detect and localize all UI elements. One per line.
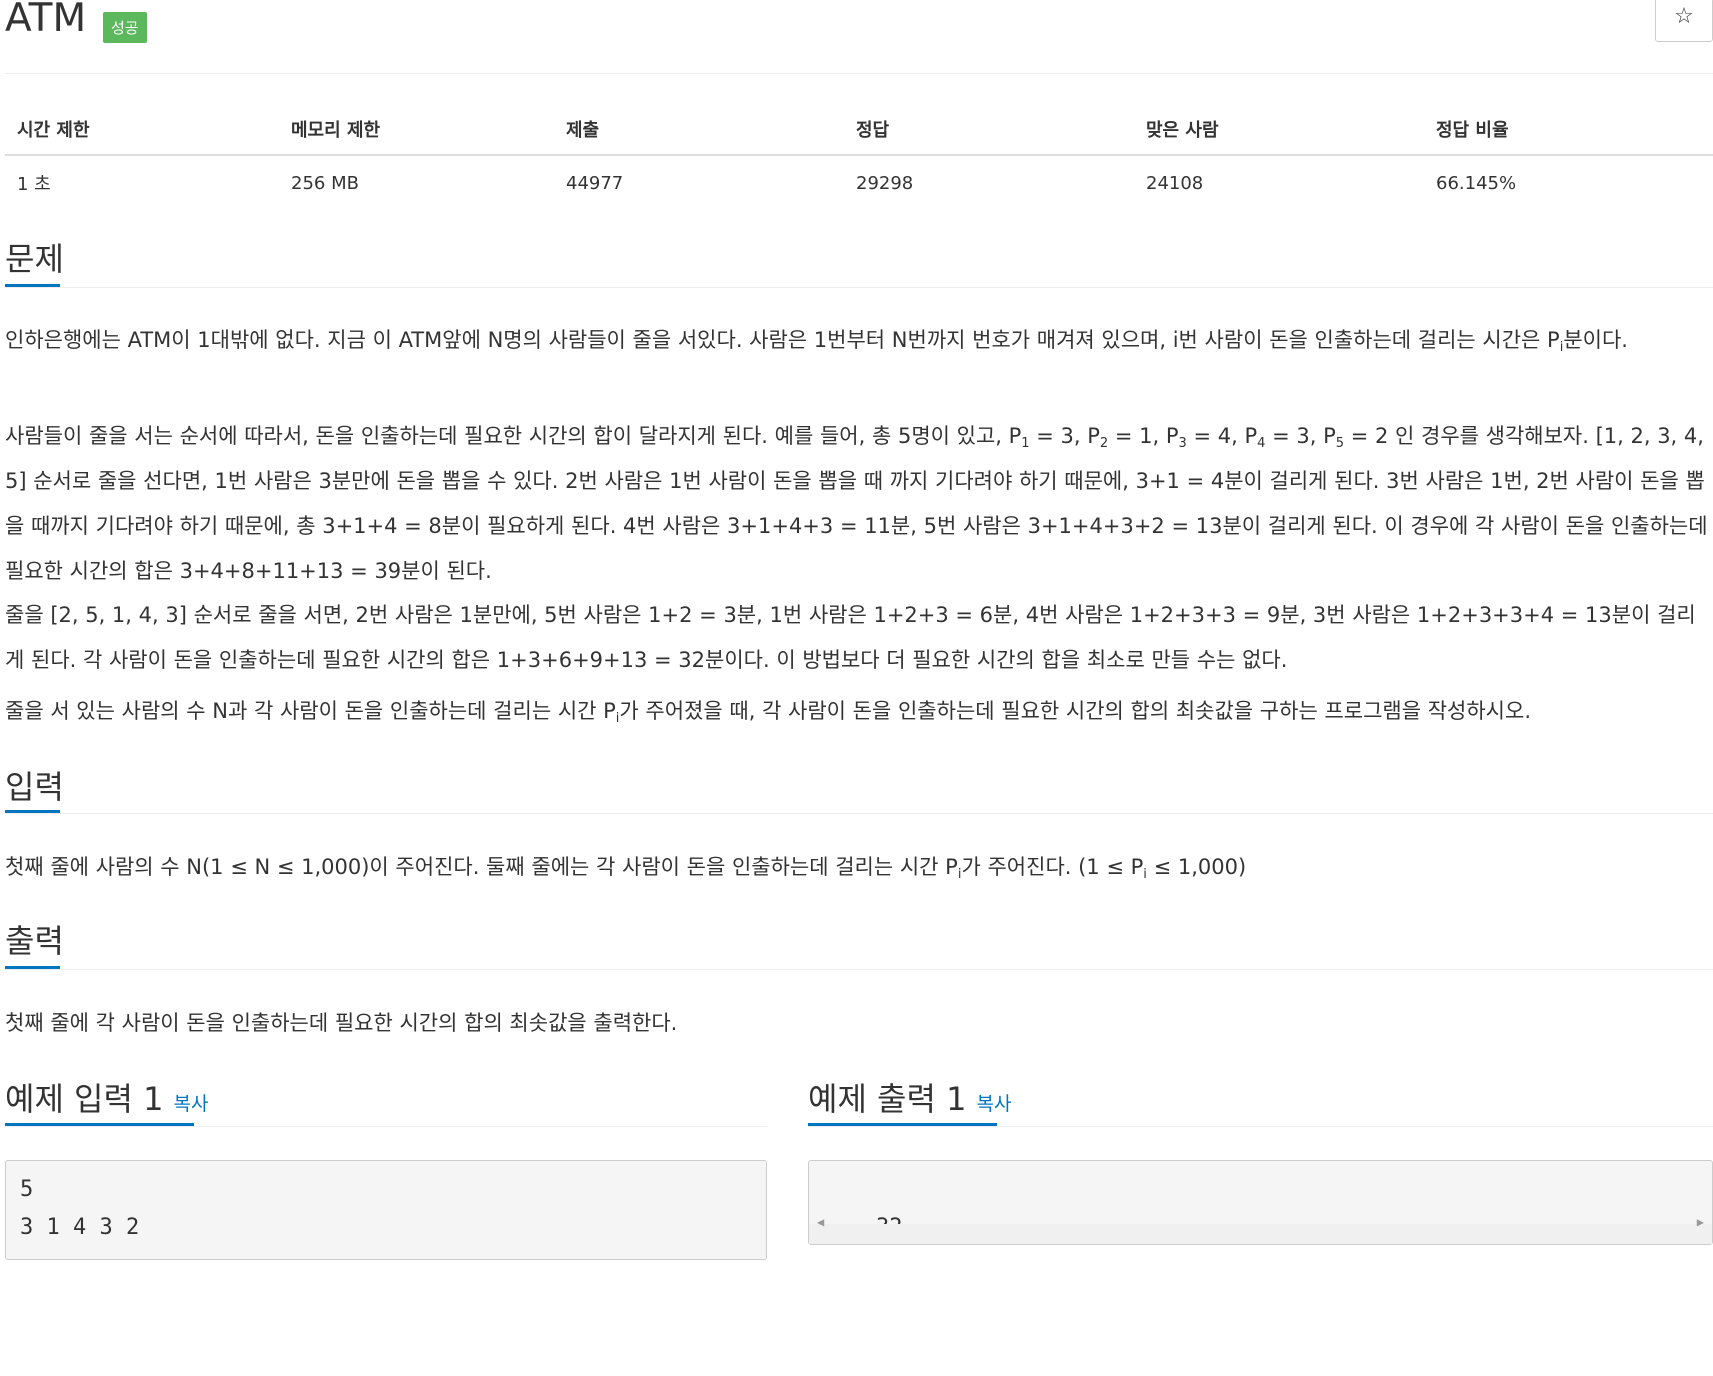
problem-text: = 3, P <box>1029 424 1100 448</box>
page-title: ATM <box>5 0 87 41</box>
sample-output-heading: 예제 출력 1 복사 <box>808 1074 1011 1120</box>
problem-text: 줄을 서 있는 사람의 수 N과 각 사람이 돈을 인출하는데 걸리는 시간 P <box>5 699 616 723</box>
problem-text: = 4, P <box>1186 424 1258 448</box>
header-time-limit: 시간 제한 <box>5 108 279 156</box>
value-submissions: 44977 <box>566 172 624 194</box>
problem-text: 분이다. <box>1563 328 1628 352</box>
problem-text: 가 주어졌을 때, 각 사람이 돈을 인출하는데 필요한 시간의 합의 최솟값을… <box>619 699 1531 723</box>
copy-sample-input-button[interactable]: 복사 <box>173 1093 208 1115</box>
sample-output-divider <box>808 1126 1713 1127</box>
input-text: 가 주어진다. (1 ≤ P <box>961 855 1144 879</box>
problem-text: = 1, P <box>1108 424 1179 448</box>
problem-paragraph-4: 줄을 서 있는 사람의 수 N과 각 사람이 돈을 인출하는데 걸리는 시간 P… <box>5 689 1711 734</box>
value-accepted: 29298 <box>856 172 914 194</box>
value-memory-limit: 256 MB <box>291 172 359 194</box>
subscript: 3 <box>1178 436 1187 451</box>
input-text: 첫째 줄에 사람의 수 N(1 ≤ N ≤ 1,000)이 주어진다. 둘째 줄… <box>5 855 958 879</box>
input-heading: 입력 <box>5 768 64 806</box>
problem-text: = 3, P <box>1265 424 1336 448</box>
problem-text: 줄을 [2, 5, 1, 4, 3] 순서로 줄을 서면, 2번 사람은 1분만… <box>5 603 1696 672</box>
subscript: 5 <box>1335 436 1345 451</box>
sample-input-box[interactable]: 5 3 1 4 3 2 <box>5 1160 767 1260</box>
title-divider <box>5 73 1713 74</box>
status-badge: 성공 <box>103 12 147 43</box>
header-memory-limit: 메모리 제한 <box>279 108 554 156</box>
output-description: 첫째 줄에 각 사람이 돈을 인출하는데 필요한 시간의 합의 최솟값을 출력한… <box>5 1001 1711 1046</box>
problem-text: 사람들이 줄을 서는 순서에 따라서, 돈을 인출하는데 필요한 시간의 합이 … <box>5 424 1022 448</box>
problem-heading-divider <box>5 287 1713 288</box>
input-heading-divider <box>5 813 1713 814</box>
header-submissions: 제출 <box>554 108 844 156</box>
problem-text: 인하은행에는 ATM이 1대밖에 없다. 지금 이 ATM앞에 N명의 사람들이… <box>5 328 1560 352</box>
problem-heading: 문제 <box>5 240 64 278</box>
sample-input-divider <box>5 1126 767 1127</box>
problem-paragraph-2: 사람들이 줄을 서는 순서에 따라서, 돈을 인출하는데 필요한 시간의 합이 … <box>5 414 1711 594</box>
output-text: 첫째 줄에 각 사람이 돈을 인출하는데 필요한 시간의 합의 최솟값을 출력한… <box>5 1011 678 1035</box>
subscript: 1 <box>1021 436 1030 451</box>
header-accepted: 정답 <box>844 108 1134 156</box>
problem-paragraph-1: 인하은행에는 ATM이 1대밖에 없다. 지금 이 ATM앞에 N명의 사람들이… <box>5 318 1711 363</box>
info-value-row: 1 초 256 MB 44977 29298 24108 66.145% <box>5 155 1713 206</box>
value-accept-ratio: 66.145% <box>1436 172 1517 194</box>
star-icon: ☆ <box>1674 4 1694 29</box>
value-solved-users: 24108 <box>1146 172 1204 194</box>
sample-input-heading: 예제 입력 1 복사 <box>5 1074 208 1120</box>
subscript: 2 <box>1099 436 1109 451</box>
info-header-row: 시간 제한 메모리 제한 제출 정답 맞은 사람 정답 비율 <box>5 108 1713 156</box>
scroll-left-icon[interactable]: ◀ <box>817 1203 824 1241</box>
sample-output-box[interactable]: 32 ◀ ▶ <box>808 1160 1713 1245</box>
output-heading: 출력 <box>5 922 64 960</box>
output-heading-divider <box>5 969 1713 970</box>
input-description: 첫째 줄에 사람의 수 N(1 ≤ N ≤ 1,000)이 주어진다. 둘째 줄… <box>5 845 1711 890</box>
sample-output-title: 예제 출력 1 <box>808 1080 967 1118</box>
sample-input-title: 예제 입력 1 <box>5 1080 164 1118</box>
input-text: ≤ 1,000) <box>1146 855 1247 879</box>
problem-info-table: 시간 제한 메모리 제한 제출 정답 맞은 사람 정답 비율 1 초 256 M… <box>5 108 1713 206</box>
scroll-right-icon[interactable]: ▶ <box>1697 1203 1704 1241</box>
header-accept-ratio: 정답 비율 <box>1424 108 1713 156</box>
value-time-limit: 1 초 <box>17 174 51 195</box>
favorite-button[interactable]: ☆ <box>1655 0 1713 42</box>
header-solved-users: 맞은 사람 <box>1134 108 1424 156</box>
copy-sample-output-button[interactable]: 복사 <box>976 1093 1011 1115</box>
horizontal-scrollbar[interactable]: ◀ ▶ <box>809 1215 1712 1244</box>
problem-paragraph-3: 줄을 [2, 5, 1, 4, 3] 순서로 줄을 서면, 2번 사람은 1분만… <box>5 593 1711 683</box>
